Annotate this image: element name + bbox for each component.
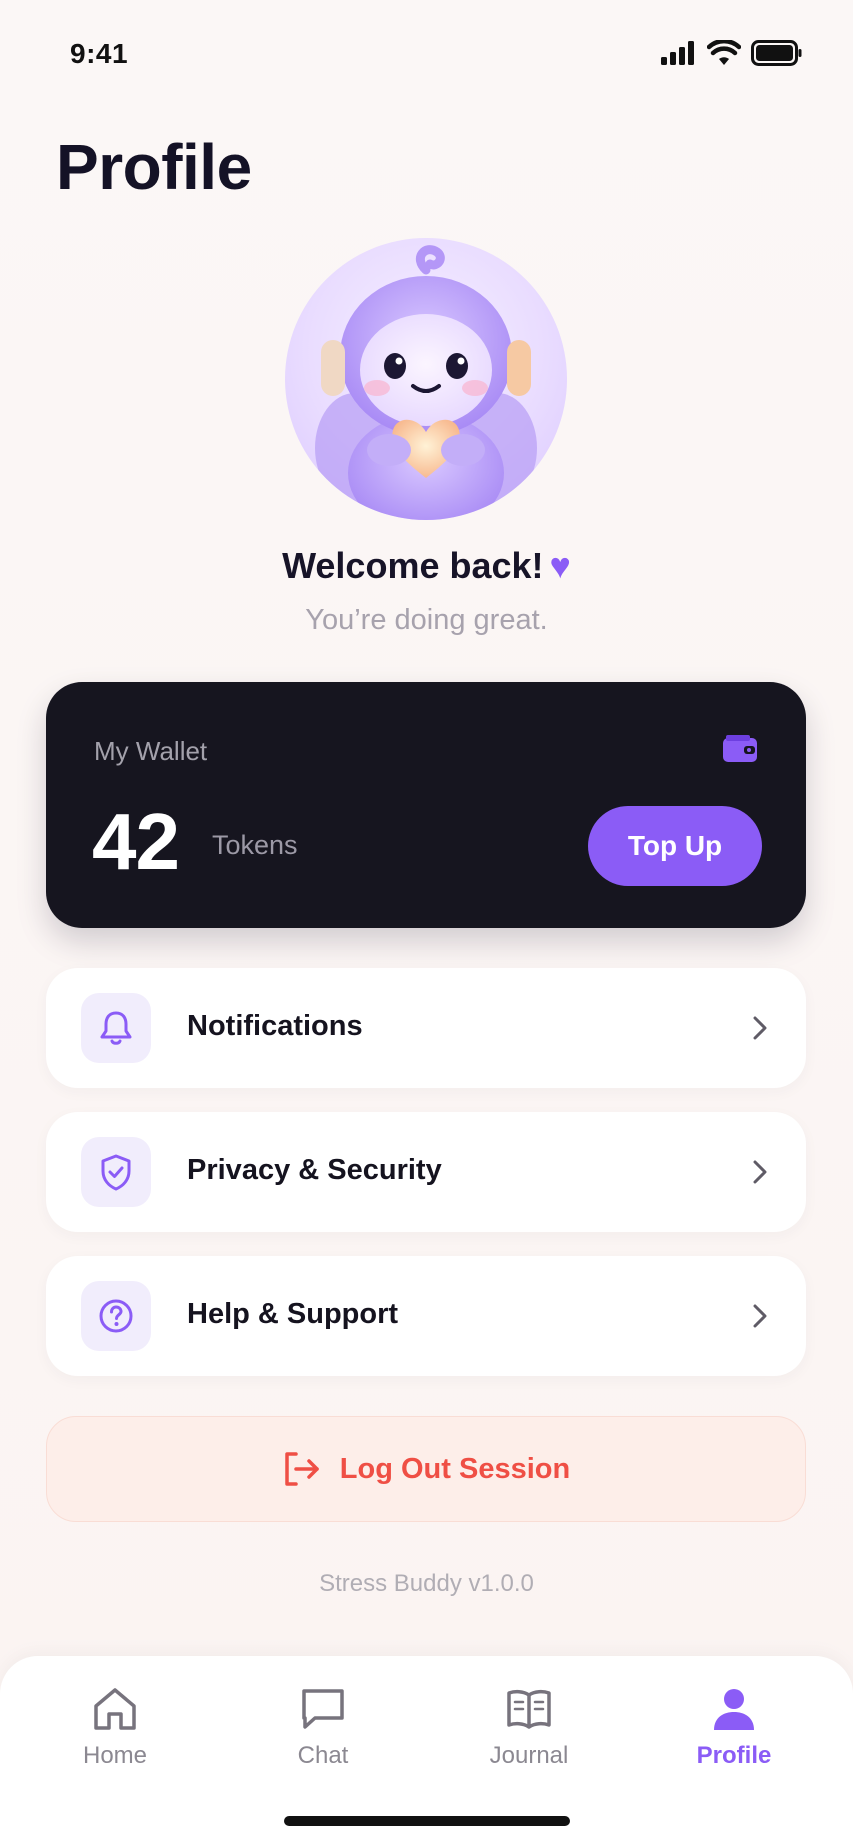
tab-label-journal: Journal <box>489 1742 569 1769</box>
menu-label-notifications: Notifications <box>187 1010 363 1042</box>
logout-button[interactable]: Log Out Session <box>46 1416 806 1522</box>
help-icon-container <box>81 1281 151 1351</box>
wallet-amount: 42 <box>92 797 180 886</box>
battery-icon <box>751 40 802 66</box>
status-time: 9:41 <box>70 38 129 69</box>
tab-home[interactable]: Home <box>40 1686 190 1796</box>
top-up-button[interactable]: Top Up <box>588 806 762 886</box>
welcome-text: Welcome back! <box>282 545 544 586</box>
welcome-subtitle: You’re doing great. <box>305 604 548 636</box>
status-bar: 9:41 <box>0 0 853 110</box>
app-version: Stress Buddy v1.0.0 <box>319 1570 534 1597</box>
wallet-label: My Wallet <box>94 736 208 766</box>
wallet-card: My Wallet 42 Tokens Top Up <box>46 682 806 928</box>
wallet-unit: Tokens <box>212 830 298 860</box>
menu-item-help-support[interactable]: Help & Support <box>46 1256 806 1376</box>
home-indicator <box>284 1816 570 1826</box>
chevron-right-icon <box>753 1304 767 1328</box>
chat-icon <box>302 1689 344 1729</box>
menu-label-help-support: Help & Support <box>187 1298 399 1330</box>
journal-icon <box>507 1689 551 1729</box>
tab-label-chat: Chat <box>297 1742 349 1769</box>
heart-icon: ♥ <box>549 545 571 586</box>
chevron-right-icon <box>753 1016 767 1040</box>
status-icons <box>661 40 803 66</box>
tab-chat[interactable]: Chat <box>248 1686 398 1796</box>
mascot-illustration <box>315 245 537 520</box>
tab-label-profile: Profile <box>696 1742 772 1769</box>
tab-label-home: Home <box>82 1742 148 1769</box>
profile-icon <box>714 1689 754 1730</box>
wifi-icon <box>707 40 741 65</box>
help-circle-icon <box>99 1299 133 1333</box>
tab-journal[interactable]: Journal <box>454 1686 604 1796</box>
bell-icon <box>100 1011 132 1045</box>
menu-item-privacy-security[interactable]: Privacy & Security <box>46 1112 806 1232</box>
welcome-heading: Welcome back! ♥ <box>0 545 853 587</box>
page-title: Profile <box>56 131 252 203</box>
shield-check-icon <box>101 1154 131 1191</box>
home-icon <box>94 1688 136 1730</box>
chevron-right-icon <box>753 1160 767 1184</box>
wallet-icon <box>723 735 757 762</box>
bell-icon-container <box>81 993 151 1063</box>
avatar[interactable] <box>285 238 567 520</box>
shield-icon-container <box>81 1137 151 1207</box>
logout-icon <box>285 1452 319 1486</box>
menu-label-privacy-security: Privacy & Security <box>187 1154 442 1186</box>
menu-item-notifications[interactable]: Notifications <box>46 968 806 1088</box>
tab-profile[interactable]: Profile <box>659 1686 809 1796</box>
signal-icon <box>661 41 694 65</box>
logout-label: Log Out Session <box>339 1452 571 1485</box>
